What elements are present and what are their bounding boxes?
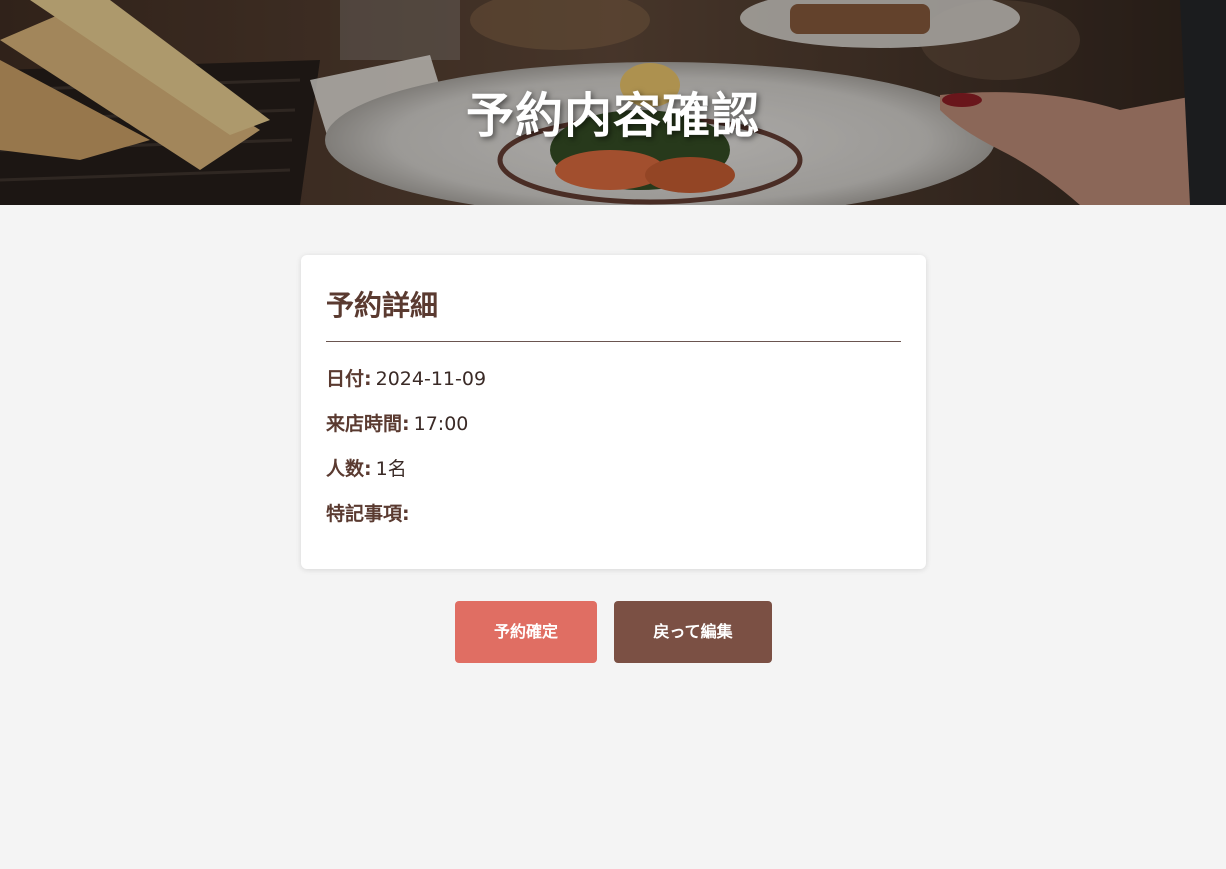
date-label: 日付: [326, 368, 372, 390]
detail-row-guests: 人数: 1名 [326, 456, 901, 501]
back-to-edit-button[interactable]: 戻って編集 [614, 601, 772, 663]
time-value: 17:00 [413, 413, 469, 435]
detail-row-notes: 特記事項: [326, 501, 901, 546]
time-label: 来店時間: [326, 413, 410, 435]
confirm-reservation-button[interactable]: 予約確定 [455, 601, 597, 663]
guests-label: 人数: [326, 458, 372, 480]
divider [326, 341, 901, 342]
guests-value: 1名 [375, 458, 407, 480]
hero-banner: 予約内容確認 [0, 0, 1226, 205]
details-heading: 予約詳細 [326, 289, 439, 322]
detail-row-date: 日付: 2024-11-09 [326, 366, 901, 411]
notes-label: 特記事項: [326, 503, 410, 525]
page-title: 予約内容確認 [465, 88, 760, 144]
date-value: 2024-11-09 [375, 368, 487, 390]
reservation-details-card: 予約詳細 日付: 2024-11-09 来店時間: 17:00 人数: 1名 特記事項… [301, 255, 926, 569]
detail-row-time: 来店時間: 17:00 [326, 411, 901, 456]
